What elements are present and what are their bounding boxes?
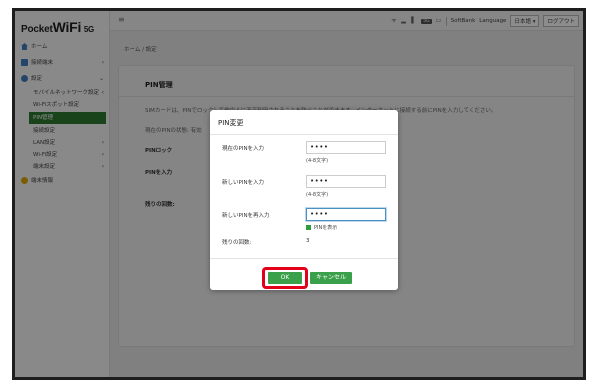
checkbox-icon [306, 225, 311, 230]
show-pin-checkbox[interactable]: PINを表示 [306, 224, 337, 231]
cancel-button[interactable]: キャンセル [310, 272, 352, 284]
divider [210, 134, 398, 135]
current-pin-input[interactable]: •••• [306, 141, 386, 154]
remaining-attempts-label: 残りの回数: [222, 240, 252, 246]
show-pin-label: PINを表示 [314, 225, 338, 231]
divider [210, 258, 398, 259]
dialog-title: PIN変更 [218, 119, 244, 127]
confirm-pin-label: 新しいPINを再入力 [222, 213, 270, 219]
app-window: PocketWiFi 5G ホーム 接続端末 ‹ 設定 ⌄ モバイルネットワーク… [12, 8, 586, 380]
new-pin-hint: (4-8文字) [306, 192, 329, 198]
new-pin-label: 新しいPINを入力 [222, 180, 265, 186]
current-pin-hint: (4-8文字) [306, 158, 329, 164]
new-pin-input[interactable]: •••• [306, 175, 386, 188]
ok-highlight-frame [262, 267, 308, 289]
remaining-attempts-value: 3 [306, 238, 310, 244]
pin-change-dialog: PIN変更 現在のPINを入力 •••• (4-8文字) 新しいPINを入力 •… [210, 110, 398, 290]
confirm-pin-input[interactable]: •••• [306, 208, 386, 221]
current-pin-label: 現在のPINを入力 [222, 146, 265, 152]
